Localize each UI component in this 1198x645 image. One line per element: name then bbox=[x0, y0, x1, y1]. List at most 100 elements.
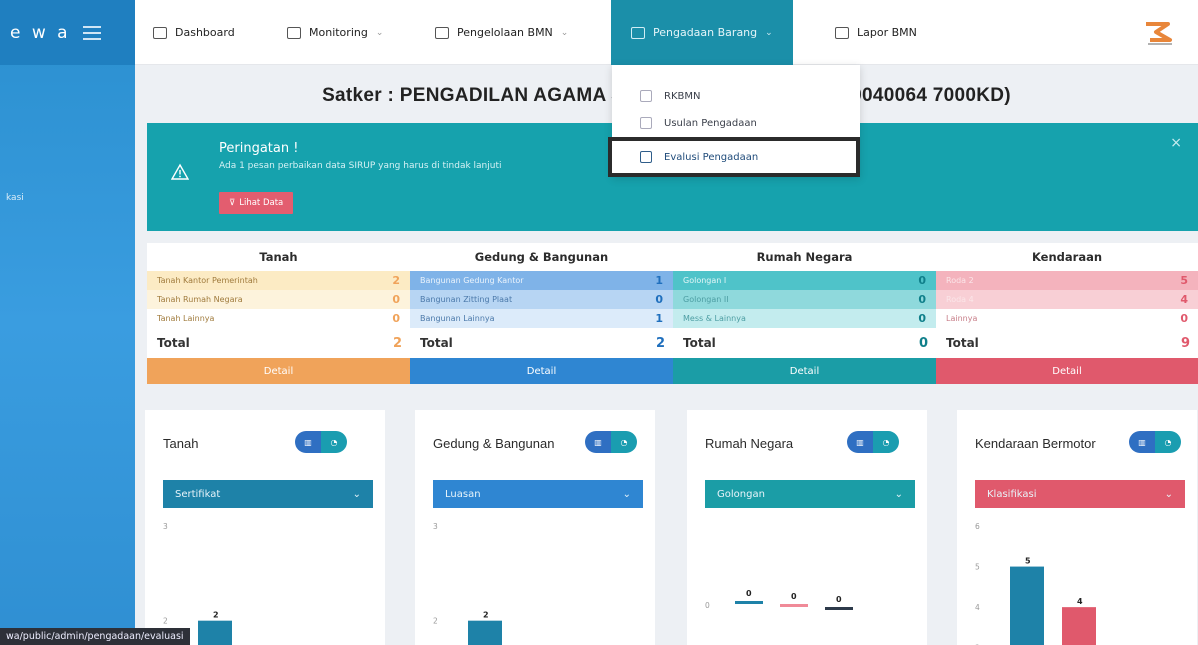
nav-monitoring-label: Monitoring bbox=[309, 26, 368, 39]
select-value: Sertifikat bbox=[175, 488, 221, 500]
view-data-label: Lihat Data bbox=[239, 198, 284, 208]
detail-button[interactable]: Detail bbox=[147, 358, 410, 384]
chevron-down-icon: ⌄ bbox=[375, 27, 384, 38]
chart-title: Kendaraan Bermotor bbox=[975, 436, 1096, 451]
menu-item-usulan[interactable]: Usulan Pengadaan bbox=[612, 110, 860, 136]
sidebar-item-label[interactable]: kasi bbox=[6, 193, 24, 203]
bar-chart: 0 0 0 0 bbox=[705, 589, 853, 610]
pie-chart-icon[interactable]: ◔ bbox=[1155, 431, 1181, 453]
menu-toggle-icon[interactable] bbox=[82, 25, 101, 40]
category-gedung: Gedung & Bangunan Bangunan Gedung Kantor… bbox=[410, 243, 673, 403]
close-icon[interactable]: × bbox=[1170, 135, 1182, 151]
view-data-button[interactable]: ⊽ Lihat Data bbox=[219, 192, 294, 214]
select-value: Klasifikasi bbox=[987, 488, 1037, 500]
chart-filter-select[interactable]: Klasifikasi ⌄ bbox=[975, 480, 1185, 508]
row-value: 0 bbox=[655, 293, 663, 306]
category-row: Tanah Rumah Negara 0 bbox=[147, 290, 410, 309]
detail-button[interactable]: Detail bbox=[673, 358, 936, 384]
chart-type-toggle[interactable]: ▥ ◔ bbox=[295, 431, 347, 453]
detail-button[interactable]: Detail bbox=[936, 358, 1198, 384]
detail-button[interactable]: Detail bbox=[410, 358, 673, 384]
bar-chart-icon[interactable]: ▥ bbox=[585, 431, 611, 453]
y-tick-label: 0 bbox=[705, 601, 710, 610]
y-tick-label: 5 bbox=[975, 563, 980, 572]
nav-dashboard-label: Dashboard bbox=[175, 26, 235, 39]
menu-item-label: RKBMN bbox=[664, 90, 701, 102]
nav-dashboard[interactable]: Dashboard bbox=[153, 0, 235, 65]
category-total: Total 9 bbox=[936, 328, 1198, 358]
bar-value-label: 5 bbox=[1025, 557, 1031, 566]
chevron-down-icon: ⌄ bbox=[352, 488, 361, 500]
y-tick-label: 2 bbox=[163, 617, 168, 626]
menu-item-label: Evalusi Pengadaan bbox=[664, 151, 759, 163]
y-tick-label: 3 bbox=[163, 522, 168, 531]
row-value: 0 bbox=[918, 293, 926, 306]
alert-message: Ada 1 pesan perbaikan data SIRUP yang ha… bbox=[219, 161, 502, 171]
category-total: Total 2 bbox=[410, 328, 673, 358]
select-value: Luasan bbox=[445, 488, 481, 500]
chart-type-toggle[interactable]: ▥ ◔ bbox=[847, 431, 899, 453]
y-tick-label: 6 bbox=[975, 522, 980, 531]
bar-chart-icon[interactable]: ▥ bbox=[847, 431, 873, 453]
nav-pengelolaan[interactable]: Pengelolaan BMN ⌄ bbox=[435, 0, 568, 65]
category-row: Golongan I 0 bbox=[673, 271, 936, 290]
select-value: Golongan bbox=[717, 488, 765, 500]
row-value: 0 bbox=[392, 293, 400, 306]
satker-title-right: 10040064 7000KD) bbox=[840, 85, 1011, 106]
pie-chart-icon[interactable]: ◔ bbox=[873, 431, 899, 453]
row-value: 2 bbox=[392, 274, 400, 287]
category-row: Bangunan Zitting Plaat 0 bbox=[410, 290, 673, 309]
nav-pengadaan-label: Pengadaan Barang bbox=[653, 26, 758, 39]
bar-chart: 654354 bbox=[975, 522, 1096, 645]
menu-item-rkbmn[interactable]: RKBMN bbox=[612, 83, 860, 109]
category-title: Rumah Negara bbox=[673, 243, 936, 271]
category-row: Tanah Lainnya 0 bbox=[147, 309, 410, 328]
chart-card-kendaraan: Kendaraan Bermotor ▥ ◔ Klasifikasi ⌄ 6 5 4… bbox=[957, 410, 1197, 645]
chart-filter-select[interactable]: Golongan ⌄ bbox=[705, 480, 915, 508]
total-value: 2 bbox=[655, 335, 665, 351]
category-row: Roda 2 5 bbox=[936, 271, 1198, 290]
row-value: 0 bbox=[392, 312, 400, 325]
app-logo-icon bbox=[1146, 22, 1172, 45]
bar-chart-icon[interactable]: ▥ bbox=[1129, 431, 1155, 453]
chart-filter-select[interactable]: Luasan ⌄ bbox=[433, 480, 643, 508]
rkbmn-icon bbox=[640, 90, 652, 102]
category-kendaraan: Kendaraan Roda 2 5 Roda 4 4 Lainnya 0 Total… bbox=[936, 243, 1198, 403]
nav-pengadaan[interactable]: Pengadaan Barang ⌄ bbox=[611, 0, 793, 65]
category-title: Kendaraan bbox=[936, 243, 1198, 271]
pie-chart-icon[interactable]: ◔ bbox=[611, 431, 637, 453]
bar-chart-icon[interactable]: ▥ bbox=[295, 431, 321, 453]
edit-icon bbox=[640, 151, 652, 163]
bar-value-label: 0 bbox=[836, 595, 842, 604]
nav-pengelolaan-label: Pengelolaan BMN bbox=[457, 26, 553, 39]
clipboard-icon bbox=[631, 26, 645, 39]
category-row: Golongan II 0 bbox=[673, 290, 936, 309]
chart-type-toggle[interactable]: ▥ ◔ bbox=[1129, 431, 1181, 453]
chart-type-toggle[interactable]: ▥ ◔ bbox=[585, 431, 637, 453]
report-icon bbox=[835, 26, 849, 39]
menu-item-evaluasi[interactable]: Evalusi Pengadaan bbox=[608, 137, 860, 177]
nav-lapor[interactable]: Lapor BMN bbox=[835, 0, 917, 65]
menu-item-label: Usulan Pengadaan bbox=[664, 117, 757, 129]
bar-chart: 3 2 2 bbox=[163, 522, 232, 645]
chevron-down-icon: ⌄ bbox=[765, 27, 773, 38]
row-label: Lainnya bbox=[946, 314, 978, 323]
category-row: Roda 4 4 bbox=[936, 290, 1198, 309]
edit-icon bbox=[640, 117, 652, 129]
row-label: Roda 2 bbox=[946, 276, 974, 285]
row-label: Bangunan Gedung Kantor bbox=[420, 276, 524, 285]
chart-filter-select[interactable]: Sertifikat ⌄ bbox=[163, 480, 373, 508]
category-total: Total 0 bbox=[673, 328, 936, 358]
chevron-down-icon: ⌄ bbox=[622, 488, 631, 500]
category-row: Bangunan Lainnya 1 bbox=[410, 309, 673, 328]
total-label: Total bbox=[683, 336, 716, 350]
brand-text: e w a bbox=[10, 22, 71, 43]
brand[interactable]: e w a bbox=[0, 0, 135, 65]
bar bbox=[780, 604, 808, 607]
filter-icon: ⊽ bbox=[229, 198, 236, 208]
row-label: Bangunan Lainnya bbox=[420, 314, 495, 323]
alert-title: Peringatan ! bbox=[219, 141, 299, 156]
pie-chart-icon[interactable]: ◔ bbox=[321, 431, 347, 453]
row-label: Tanah Kantor Pemerintah bbox=[157, 276, 258, 285]
nav-monitoring[interactable]: Monitoring ⌄ bbox=[287, 0, 383, 65]
